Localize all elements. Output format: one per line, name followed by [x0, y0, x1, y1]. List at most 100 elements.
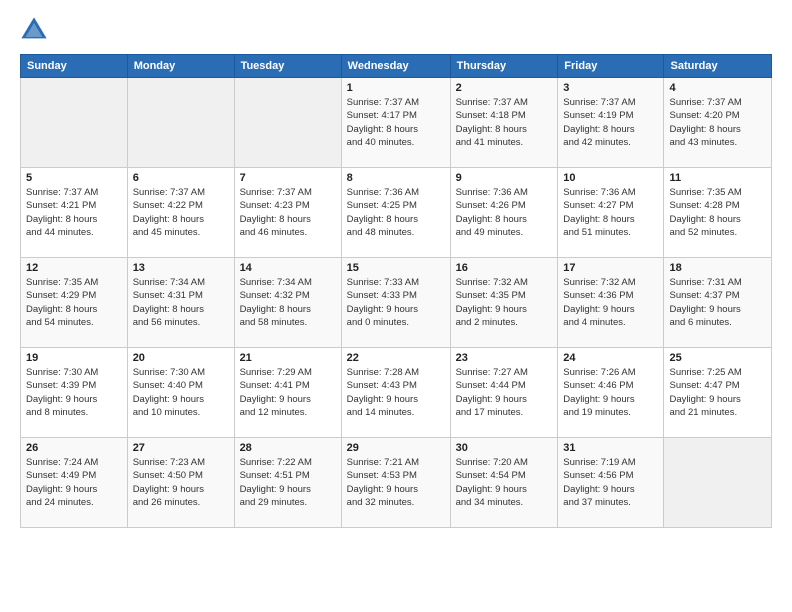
calendar-week-2: 5Sunrise: 7:37 AM Sunset: 4:21 PM Daylig…: [21, 168, 772, 258]
day-info: Sunrise: 7:34 AM Sunset: 4:31 PM Dayligh…: [133, 276, 229, 329]
weekday-header-friday: Friday: [558, 55, 664, 78]
calendar-week-1: 1 Sunrise: 7:37 AM Sunset: 4:17 PM Daylig…: [21, 78, 772, 168]
day-info: Sunrise: 7:30 AM Sunset: 4:40 PM Dayligh…: [133, 366, 229, 419]
calendar-body: 1 Sunrise: 7:37 AM Sunset: 4:17 PM Daylig…: [21, 78, 772, 528]
calendar-cell: 19Sunrise: 7:30 AM Sunset: 4:39 PM Dayli…: [21, 348, 128, 438]
calendar-cell: 14 Sunrise: 7:34 AM Sunset: 4:32 PM Dayli…: [234, 258, 341, 348]
calendar-cell: 9 Sunrise: 7:36 AM Sunset: 4:26 PM Daylig…: [450, 168, 558, 258]
day-number: 31: [563, 442, 658, 454]
day-info: Sunrise: 7:26 AM Sunset: 4:46 PM Dayligh…: [563, 366, 658, 419]
day-number: 30: [456, 442, 553, 454]
day-info: Sunrise: 7:21 AM Sunset: 4:53 PM Dayligh…: [347, 456, 445, 509]
day-number: 22: [347, 352, 445, 364]
calendar-cell: 27 Sunrise: 7:23 AM Sunset: 4:50 PM Dayli…: [127, 438, 234, 528]
weekday-header-row: SundayMondayTuesdayWednesdayThursdayFrid…: [21, 55, 772, 78]
day-info: Sunrise: 7:37 AM Sunset: 4:17 PM Dayligh…: [347, 96, 445, 149]
logo: [20, 16, 52, 44]
calendar-cell: 30Sunrise: 7:20 AM Sunset: 4:54 PM Dayli…: [450, 438, 558, 528]
day-number: 9: [456, 172, 553, 184]
day-number: 12: [26, 262, 122, 274]
day-number: 2: [456, 82, 553, 94]
day-number: 5: [26, 172, 122, 184]
calendar-cell: 16 Sunrise: 7:32 AM Sunset: 4:35 PM Dayli…: [450, 258, 558, 348]
weekday-header-wednesday: Wednesday: [341, 55, 450, 78]
day-info: Sunrise: 7:37 AM Sunset: 4:19 PM Dayligh…: [563, 96, 658, 149]
calendar-table: SundayMondayTuesdayWednesdayThursdayFrid…: [20, 54, 772, 528]
day-info: Sunrise: 7:36 AM Sunset: 4:25 PM Dayligh…: [347, 186, 445, 239]
calendar-cell: 24Sunrise: 7:26 AM Sunset: 4:46 PM Dayli…: [558, 348, 664, 438]
calendar-cell: 1 Sunrise: 7:37 AM Sunset: 4:17 PM Daylig…: [341, 78, 450, 168]
day-number: 25: [669, 352, 766, 364]
weekday-header-sunday: Sunday: [21, 55, 128, 78]
calendar-cell: 3 Sunrise: 7:37 AM Sunset: 4:19 PM Daylig…: [558, 78, 664, 168]
day-number: 14: [240, 262, 336, 274]
day-info: Sunrise: 7:23 AM Sunset: 4:50 PM Dayligh…: [133, 456, 229, 509]
day-info: Sunrise: 7:35 AM Sunset: 4:29 PM Dayligh…: [26, 276, 122, 329]
calendar-cell: 6Sunrise: 7:37 AM Sunset: 4:22 PM Daylig…: [127, 168, 234, 258]
calendar-cell: 18 Sunrise: 7:31 AM Sunset: 4:37 PM Dayli…: [664, 258, 772, 348]
day-number: 4: [669, 82, 766, 94]
calendar-cell: 7Sunrise: 7:37 AM Sunset: 4:23 PM Daylig…: [234, 168, 341, 258]
day-number: 6: [133, 172, 229, 184]
calendar-cell: 13 Sunrise: 7:34 AM Sunset: 4:31 PM Dayli…: [127, 258, 234, 348]
day-info: Sunrise: 7:37 AM Sunset: 4:20 PM Dayligh…: [669, 96, 766, 149]
weekday-header-tuesday: Tuesday: [234, 55, 341, 78]
calendar-week-5: 26 Sunrise: 7:24 AM Sunset: 4:49 PM Dayli…: [21, 438, 772, 528]
calendar-cell: 26 Sunrise: 7:24 AM Sunset: 4:49 PM Dayli…: [21, 438, 128, 528]
day-number: 10: [563, 172, 658, 184]
day-info: Sunrise: 7:32 AM Sunset: 4:36 PM Dayligh…: [563, 276, 658, 329]
day-info: Sunrise: 7:19 AM Sunset: 4:56 PM Dayligh…: [563, 456, 658, 509]
day-info: Sunrise: 7:32 AM Sunset: 4:35 PM Dayligh…: [456, 276, 553, 329]
calendar-cell: 5Sunrise: 7:37 AM Sunset: 4:21 PM Daylig…: [21, 168, 128, 258]
page-header: [20, 16, 772, 44]
calendar-cell: 20Sunrise: 7:30 AM Sunset: 4:40 PM Dayli…: [127, 348, 234, 438]
calendar-cell: 21 Sunrise: 7:29 AM Sunset: 4:41 PM Dayli…: [234, 348, 341, 438]
day-info: Sunrise: 7:29 AM Sunset: 4:41 PM Dayligh…: [240, 366, 336, 419]
day-number: 15: [347, 262, 445, 274]
day-info: Sunrise: 7:28 AM Sunset: 4:43 PM Dayligh…: [347, 366, 445, 419]
calendar-cell: 4 Sunrise: 7:37 AM Sunset: 4:20 PM Daylig…: [664, 78, 772, 168]
calendar-cell: 11Sunrise: 7:35 AM Sunset: 4:28 PM Dayli…: [664, 168, 772, 258]
day-number: 1: [347, 82, 445, 94]
calendar-cell: 2 Sunrise: 7:37 AM Sunset: 4:18 PM Daylig…: [450, 78, 558, 168]
calendar-cell: 31 Sunrise: 7:19 AM Sunset: 4:56 PM Dayli…: [558, 438, 664, 528]
day-number: 23: [456, 352, 553, 364]
calendar-week-3: 12 Sunrise: 7:35 AM Sunset: 4:29 PM Dayli…: [21, 258, 772, 348]
calendar-week-4: 19Sunrise: 7:30 AM Sunset: 4:39 PM Dayli…: [21, 348, 772, 438]
day-number: 28: [240, 442, 336, 454]
calendar-cell: 28 Sunrise: 7:22 AM Sunset: 4:51 PM Dayli…: [234, 438, 341, 528]
day-number: 16: [456, 262, 553, 274]
calendar-cell: 22 Sunrise: 7:28 AM Sunset: 4:43 PM Dayli…: [341, 348, 450, 438]
calendar-cell: 23 Sunrise: 7:27 AM Sunset: 4:44 PM Dayli…: [450, 348, 558, 438]
day-info: Sunrise: 7:37 AM Sunset: 4:18 PM Dayligh…: [456, 96, 553, 149]
day-info: Sunrise: 7:36 AM Sunset: 4:26 PM Dayligh…: [456, 186, 553, 239]
day-number: 11: [669, 172, 766, 184]
day-number: 19: [26, 352, 122, 364]
calendar-cell: [127, 78, 234, 168]
day-number: 8: [347, 172, 445, 184]
day-number: 27: [133, 442, 229, 454]
day-info: Sunrise: 7:31 AM Sunset: 4:37 PM Dayligh…: [669, 276, 766, 329]
calendar-cell: 25Sunrise: 7:25 AM Sunset: 4:47 PM Dayli…: [664, 348, 772, 438]
day-info: Sunrise: 7:34 AM Sunset: 4:32 PM Dayligh…: [240, 276, 336, 329]
calendar-cell: 8 Sunrise: 7:36 AM Sunset: 4:25 PM Daylig…: [341, 168, 450, 258]
day-number: 7: [240, 172, 336, 184]
day-number: 21: [240, 352, 336, 364]
calendar-cell: 15 Sunrise: 7:33 AM Sunset: 4:33 PM Dayli…: [341, 258, 450, 348]
calendar-cell: 10Sunrise: 7:36 AM Sunset: 4:27 PM Dayli…: [558, 168, 664, 258]
page-container: SundayMondayTuesdayWednesdayThursdayFrid…: [0, 0, 792, 612]
day-number: 18: [669, 262, 766, 274]
day-info: Sunrise: 7:27 AM Sunset: 4:44 PM Dayligh…: [456, 366, 553, 419]
weekday-header-thursday: Thursday: [450, 55, 558, 78]
calendar-header: SundayMondayTuesdayWednesdayThursdayFrid…: [21, 55, 772, 78]
day-info: Sunrise: 7:33 AM Sunset: 4:33 PM Dayligh…: [347, 276, 445, 329]
day-number: 3: [563, 82, 658, 94]
day-info: Sunrise: 7:22 AM Sunset: 4:51 PM Dayligh…: [240, 456, 336, 509]
day-number: 26: [26, 442, 122, 454]
weekday-header-saturday: Saturday: [664, 55, 772, 78]
calendar-cell: [234, 78, 341, 168]
day-number: 29: [347, 442, 445, 454]
calendar-cell: 12 Sunrise: 7:35 AM Sunset: 4:29 PM Dayli…: [21, 258, 128, 348]
day-info: Sunrise: 7:24 AM Sunset: 4:49 PM Dayligh…: [26, 456, 122, 509]
day-number: 13: [133, 262, 229, 274]
